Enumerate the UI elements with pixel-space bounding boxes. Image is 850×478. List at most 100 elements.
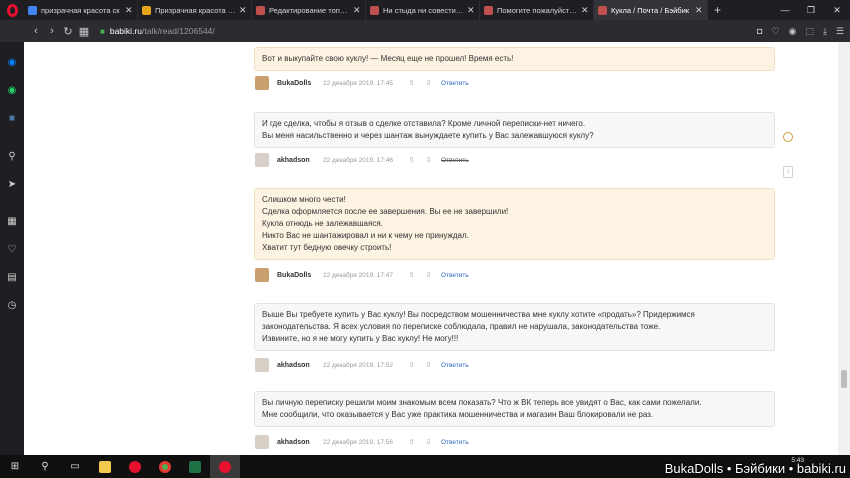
opera-taskbar-icon[interactable] xyxy=(120,455,150,478)
new-tab-button[interactable]: + xyxy=(708,3,727,17)
lock-icon: ■ xyxy=(100,26,105,36)
coin-icon[interactable] xyxy=(783,132,793,142)
vote-up-icon[interactable]: ⇧ xyxy=(403,79,420,87)
restore-icon[interactable]: ❐ xyxy=(798,5,824,16)
speed-dial-icon[interactable]: ▦ xyxy=(4,213,20,229)
comment-body: Вот и выкупайте свою куклу! — Месяц еще … xyxy=(254,47,775,71)
send-icon[interactable]: ➤ xyxy=(4,176,20,192)
tab-close-icon[interactable]: ✕ xyxy=(695,5,703,16)
forward-icon[interactable]: › xyxy=(44,25,60,37)
comment-line: Мне сообщили, что оказывается у Вас уже … xyxy=(262,410,654,419)
vertical-scrollbar[interactable] xyxy=(838,42,850,455)
comment-line: Вы меня насильственно и через шантаж вын… xyxy=(262,131,594,140)
url-field[interactable]: ■ babiki.ru /talk/read/1206544/ xyxy=(100,26,215,36)
tab-title: Редактирование топика xyxy=(269,5,350,15)
easy-setup-icon[interactable]: ☰ xyxy=(836,26,844,37)
extensions-icon[interactable]: ⬚ xyxy=(805,26,814,37)
vote-down-icon[interactable]: ⇩ xyxy=(420,156,437,164)
reply-link[interactable]: Ответить xyxy=(441,362,469,369)
reply-link[interactable]: Ответить xyxy=(441,157,469,164)
bookmark-icon[interactable]: ♡ xyxy=(771,26,779,37)
avatar[interactable] xyxy=(255,268,269,282)
author-name[interactable]: BukaDolls xyxy=(277,80,323,87)
download-icon[interactable]: ⤓ xyxy=(823,26,827,37)
taskbar-search-icon[interactable]: ⚲ xyxy=(30,455,60,478)
messenger-icon[interactable]: ◉ xyxy=(4,54,20,70)
task-view-icon[interactable]: ▭ xyxy=(60,455,90,478)
excel-taskbar-icon[interactable] xyxy=(180,455,210,478)
comment-date: 22 декабря 2019, 17:56 xyxy=(323,438,393,446)
comment-meta: akhadson 22 декабря 2019, 17:52 ⇧ ⇩ Ответить xyxy=(255,357,469,373)
opera-menu-icon[interactable] xyxy=(0,0,24,20)
tab-favicon-icon xyxy=(370,5,379,15)
author-name[interactable]: akhadson xyxy=(277,362,323,369)
reply-link[interactable]: Ответить xyxy=(441,272,469,279)
comment-line: Никто Вас не шантажировал и ни к чему не… xyxy=(262,231,469,240)
tab-close-icon[interactable]: ✕ xyxy=(125,5,133,16)
bookmarks-icon[interactable]: ♡ xyxy=(4,241,20,257)
avatar[interactable] xyxy=(255,435,269,449)
author-name[interactable]: BukaDolls xyxy=(277,272,323,279)
browser-tab[interactable]: Ни стыда ни совести / Б ✕ xyxy=(366,0,480,20)
reply-link[interactable]: Ответить xyxy=(441,439,469,446)
comment-date: 22 декабря 2019, 17:46 xyxy=(323,156,393,164)
tab-grid-icon[interactable]: ▦ xyxy=(76,25,92,38)
minimize-icon[interactable]: — xyxy=(772,5,798,15)
avatar[interactable] xyxy=(255,76,269,90)
scroll-up-icon[interactable]: ↕ xyxy=(783,166,793,178)
tab-title: Призрачная красота / С xyxy=(155,5,236,15)
history-icon[interactable]: ◷ xyxy=(4,297,20,313)
tab-favicon-icon xyxy=(484,5,493,15)
whatsapp-icon[interactable]: ◉ xyxy=(4,82,20,98)
search-icon[interactable]: ⚲ xyxy=(4,148,20,164)
tab-close-icon[interactable]: ✕ xyxy=(239,5,247,16)
vote-down-icon[interactable]: ⇩ xyxy=(420,361,437,369)
vote-down-icon[interactable]: ⇩ xyxy=(420,438,437,446)
vote-up-icon[interactable]: ⇧ xyxy=(403,156,420,164)
tab-favicon-icon xyxy=(256,5,265,15)
author-name[interactable]: akhadson xyxy=(277,439,323,446)
tab-close-icon[interactable]: ✕ xyxy=(581,5,589,16)
browser-tab[interactable]: Призрачная красота / С ✕ xyxy=(138,0,252,20)
comment-body: Выше Вы требуете купить у Вас куклу! Вы … xyxy=(254,303,775,351)
watermark: BukaDolls • Бэйбики • babiki.ru xyxy=(664,461,846,476)
reload-icon[interactable]: ↻ xyxy=(60,25,76,38)
close-window-icon[interactable]: ✕ xyxy=(824,5,850,16)
comment-line: Слишком много чести! xyxy=(262,195,346,204)
browser-tab[interactable]: призрачная красота ск ✕ xyxy=(24,0,138,20)
tab-favicon-icon xyxy=(598,5,607,15)
vote-up-icon[interactable]: ⇧ xyxy=(403,438,420,446)
tab-close-icon[interactable]: ✕ xyxy=(353,5,361,16)
browser-tab[interactable]: Помогите пожалуйста с ✕ xyxy=(480,0,594,20)
comment-line: Выше Вы требуете купить у Вас куклу! Вы … xyxy=(262,310,695,319)
browser-tab[interactable]: Кукла / Почта / Бэйбик ✕ xyxy=(594,0,708,20)
author-name[interactable]: akhadson xyxy=(277,157,323,164)
vote-down-icon[interactable]: ⇩ xyxy=(420,271,437,279)
file-explorer-icon[interactable] xyxy=(90,455,120,478)
avatar[interactable] xyxy=(255,358,269,372)
tab-favicon-icon xyxy=(142,5,151,15)
news-icon[interactable]: ▤ xyxy=(4,269,20,285)
comment-line: И где сделка, чтобы я отзыв о сделке отс… xyxy=(262,119,586,128)
browser-tab[interactable]: Редактирование топика ✕ xyxy=(252,0,366,20)
windows-start-icon[interactable]: ⊞ xyxy=(0,455,30,478)
chrome-taskbar-icon[interactable] xyxy=(150,455,180,478)
vote-up-icon[interactable]: ⇧ xyxy=(403,271,420,279)
page-content: Вот и выкупайте свою куклу! — Месяц еще … xyxy=(24,42,838,455)
comment-date: 22 декабря 2019, 17:45 xyxy=(323,79,393,87)
comment-body: И где сделка, чтобы я отзыв о сделке отс… xyxy=(254,112,775,148)
back-icon[interactable]: ‹ xyxy=(28,25,44,37)
comment-line: Хватит тут бедную овечку строить! xyxy=(262,243,392,252)
tab-title: Кукла / Почта / Бэйбик xyxy=(611,5,690,15)
scrollbar-thumb[interactable] xyxy=(841,370,847,388)
vote-up-icon[interactable]: ⇧ xyxy=(403,361,420,369)
address-actions: ◘ ♡ ◉ ⬚ ⤓ ☰ xyxy=(748,20,844,42)
vk-icon[interactable]: ■ xyxy=(4,110,20,126)
vpn-icon[interactable]: ◉ xyxy=(789,26,797,37)
opera-active-taskbar-icon[interactable] xyxy=(210,455,240,478)
camera-icon[interactable]: ◘ xyxy=(757,26,762,36)
avatar[interactable] xyxy=(255,153,269,167)
tab-close-icon[interactable]: ✕ xyxy=(467,5,475,16)
vote-down-icon[interactable]: ⇩ xyxy=(420,79,437,87)
reply-link[interactable]: Ответить xyxy=(441,80,469,87)
